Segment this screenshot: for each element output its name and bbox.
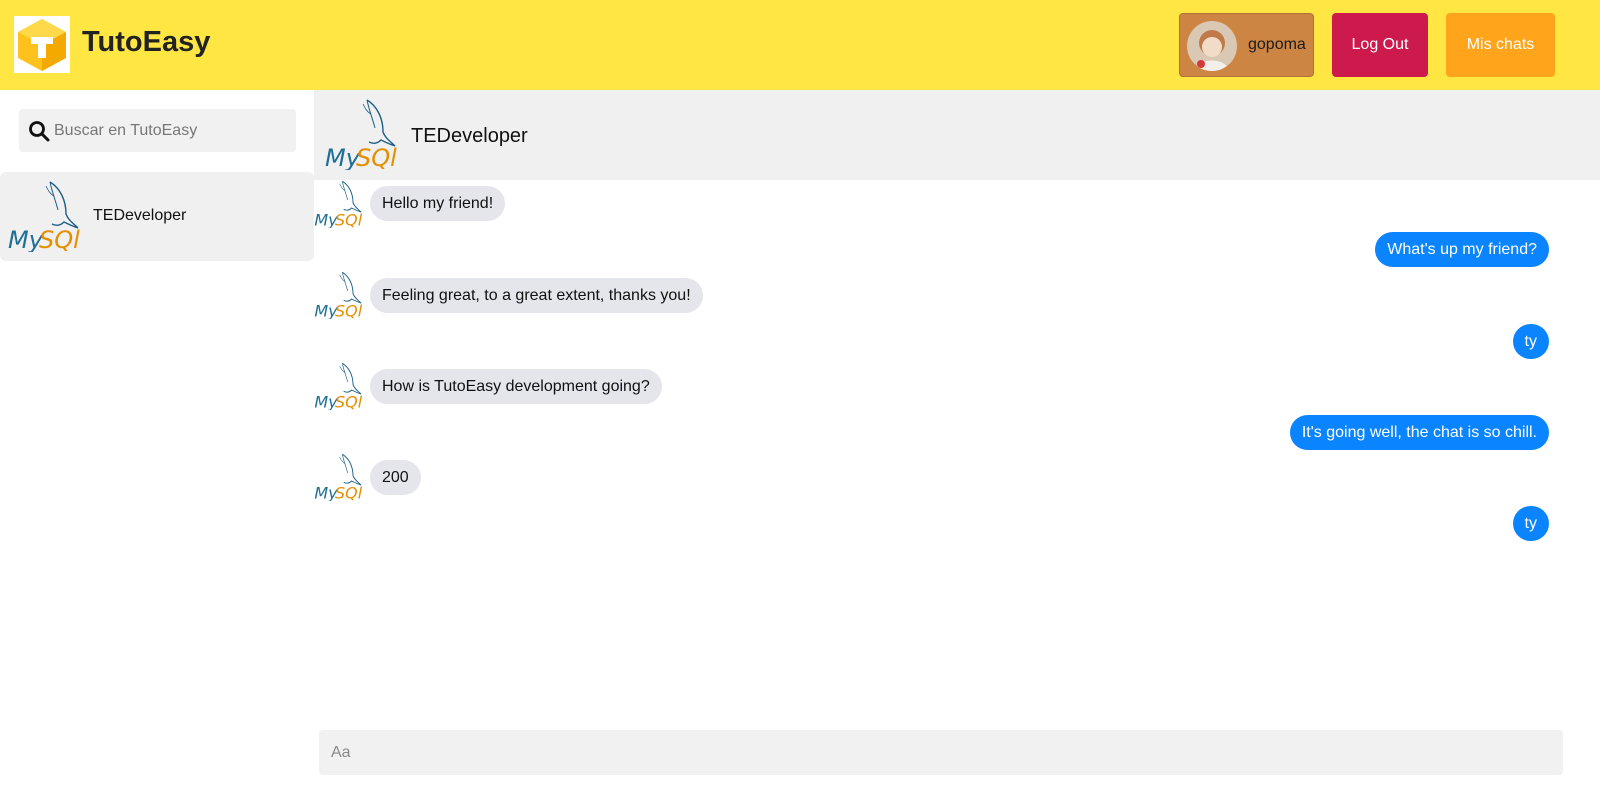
- chat-contact-logo: [325, 98, 399, 170]
- message-avatar-logo: [314, 180, 364, 228]
- message-avatar-logo: [314, 453, 364, 501]
- sidebar: TEDeveloper: [0, 90, 314, 798]
- chat-header: TEDeveloper: [314, 90, 1600, 180]
- message-avatar-logo: [314, 271, 364, 319]
- top-bar: TutoEasy gopoma Log Out Mis chats: [0, 0, 1600, 90]
- message-composer[interactable]: [319, 730, 1563, 775]
- contact-item[interactable]: TEDeveloper: [0, 172, 314, 261]
- message-bubble-outgoing: It's going well, the chat is so chill.: [1289, 415, 1549, 450]
- message-bubble-incoming: How is TutoEasy development going?: [370, 369, 662, 404]
- search-input[interactable]: [54, 109, 289, 152]
- user-avatar: [1187, 21, 1237, 71]
- message-bubble-incoming: 200: [370, 460, 421, 495]
- contact-name: TEDeveloper: [93, 207, 187, 224]
- logout-button[interactable]: Log Out: [1332, 13, 1428, 77]
- search-box[interactable]: [19, 109, 296, 152]
- user-name: gopoma: [1248, 36, 1306, 53]
- my-chats-button[interactable]: Mis chats: [1446, 13, 1555, 77]
- message-bubble-outgoing: ty: [1512, 324, 1549, 359]
- message-bubble-incoming: Feeling great, to a great extent, thanks…: [370, 278, 703, 313]
- message-bubble-outgoing: ty: [1512, 506, 1549, 541]
- user-profile-button[interactable]: gopoma: [1179, 13, 1314, 77]
- brand-name: TutoEasy: [82, 26, 211, 58]
- message-bubble-incoming: Hello my friend!: [370, 186, 506, 221]
- tutoeasy-logo[interactable]: [14, 16, 70, 73]
- chat-contact-name: TEDeveloper: [411, 125, 528, 147]
- message-avatar-logo: [314, 362, 364, 410]
- contact-mysql-logo: [8, 180, 82, 252]
- message-bubble-outgoing: What's up my friend?: [1375, 232, 1549, 267]
- message-input[interactable]: [331, 730, 1551, 775]
- search-icon: [29, 121, 50, 142]
